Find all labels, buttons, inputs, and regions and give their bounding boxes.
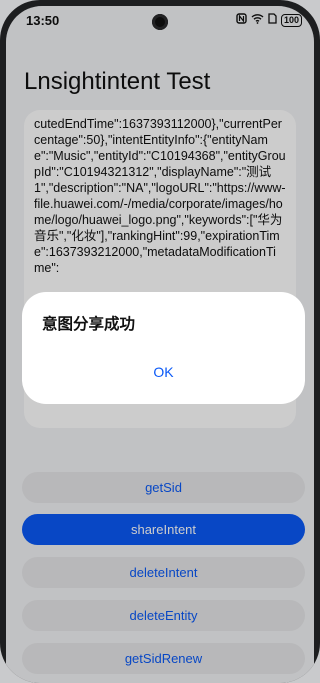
success-dialog: 意图分享成功 OK [22, 292, 305, 404]
dialog-message: 意图分享成功 [42, 316, 136, 333]
phone-frame: 13:50 100 Lnsightintent Test cutedEndTim… [0, 0, 320, 683]
dialog-ok-button[interactable]: OK [112, 356, 215, 388]
screen: 13:50 100 Lnsightintent Test cutedEndTim… [6, 6, 314, 683]
